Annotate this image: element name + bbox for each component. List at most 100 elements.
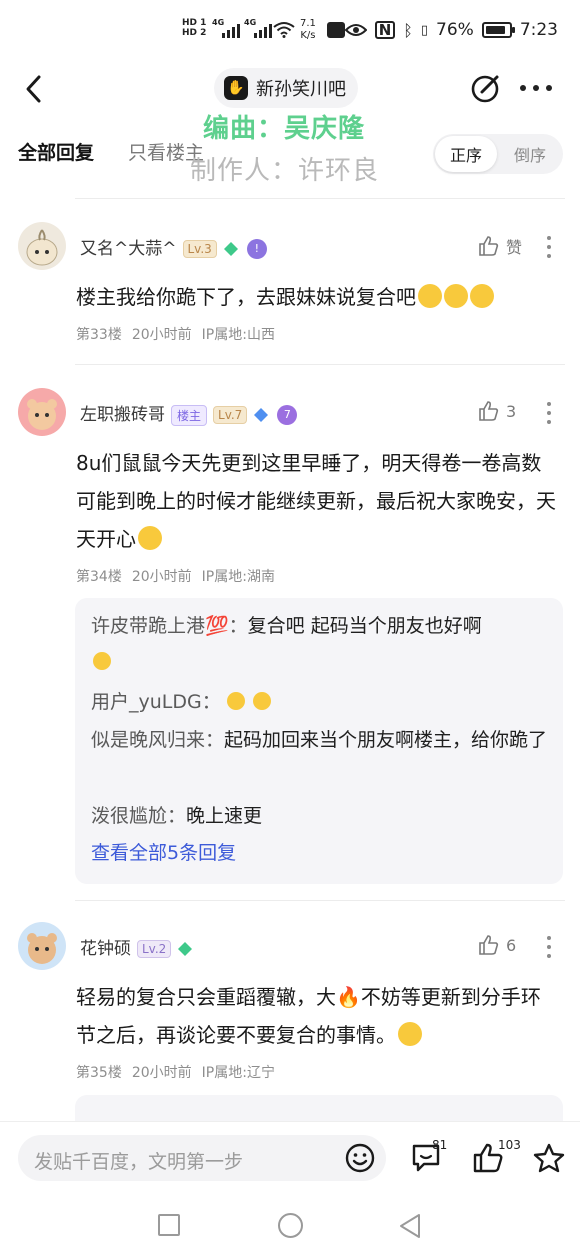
pleading-emoji-icon: [93, 652, 111, 670]
post-time: 20小时前: [131, 327, 192, 343]
post-meta: 第34楼 20小时前 IP属地:湖南: [76, 566, 275, 586]
ip-location: IP属地:山西: [201, 327, 275, 343]
sub-reply-author: 似是晚风归来：: [91, 729, 225, 751]
avatar[interactable]: [18, 388, 66, 436]
floor-number: 第33楼: [76, 327, 122, 343]
forum-logo-icon: ✋: [224, 76, 248, 100]
signal2-icon: [254, 20, 272, 38]
ip-location: IP属地:湖南: [201, 569, 275, 585]
thumbs-up-icon: [479, 935, 499, 955]
like-count: 6: [506, 935, 517, 955]
diamond-icon: [223, 242, 238, 256]
medal-icon: 7: [277, 405, 298, 425]
sub-reply: 泼很尴尬：晚上速更: [91, 798, 553, 834]
op-badge: 楼主: [171, 404, 208, 426]
forum-name: 新孙笑川吧: [256, 79, 346, 100]
battery-icon: [481, 22, 515, 38]
sub-reply-text: 复合吧 起码当个朋友也好啊: [247, 615, 482, 637]
status-bar: HD 1 HD 2 4G 4G 7.1 K/s N ᛒ ▯ 76% 7:23: [0, 0, 580, 62]
crying-emoji-icon: [444, 284, 468, 308]
sub-reply-author: 用户_yuLDG：: [91, 691, 221, 713]
overlay-caption-producer: 制作人：许环良: [190, 156, 380, 186]
battery-percent: 76%: [436, 20, 474, 40]
like-total-count: 103: [498, 1138, 521, 1152]
signal1-icon: [222, 20, 240, 38]
network-speed: 7.1 K/s: [300, 18, 316, 41]
sim-indicators: HD 1 HD 2: [182, 18, 206, 38]
vibrate-icon: ▯: [420, 22, 429, 38]
floor-number: 第35楼: [76, 1065, 122, 1081]
reply-input[interactable]: 发贴千百度，文明第一步: [18, 1135, 386, 1181]
medal-icon: !: [246, 239, 267, 259]
edit-icon[interactable]: [470, 72, 502, 104]
sort-toggle: 正序 倒序: [433, 134, 563, 174]
post-username[interactable]: 左职搬砖哥 楼主 Lv.7 7: [80, 400, 298, 426]
like-button[interactable]: 3: [478, 400, 516, 422]
diamond-icon: [254, 408, 269, 422]
bottom-action-bar: 发贴千百度，文明第一步 81 103: [0, 1122, 580, 1192]
post-meta: 第35楼 20小时前 IP属地:辽宁: [76, 1062, 275, 1082]
recent-apps-icon[interactable]: [158, 1214, 180, 1236]
star-icon[interactable]: [532, 1142, 566, 1174]
nfc-icon: N: [374, 21, 396, 39]
post-more-icon[interactable]: [546, 236, 552, 258]
status-right: N ᛒ ▯ 76% 7:23: [344, 20, 558, 40]
sad-emoji-icon: [252, 692, 271, 710]
sub-reply: 用户_yuLDG：: [91, 684, 553, 720]
divider: [75, 198, 565, 199]
sort-ascending-button[interactable]: 正序: [435, 136, 497, 172]
sim2-label: HD 2: [182, 28, 207, 38]
level-badge: Lv.2: [137, 940, 172, 958]
emoji-picker-icon[interactable]: [344, 1142, 376, 1174]
post-username[interactable]: 又名^大蒜^ Lv.3!: [80, 234, 267, 259]
diamond-icon: [178, 942, 193, 956]
post-more-icon[interactable]: [546, 402, 552, 424]
ip-location: IP属地:辽宁: [201, 1065, 275, 1081]
sub-replies-box[interactable]: 许皮带跪上港💯：复合吧 起码当个朋友也好啊 用户_yuLDG： 似是晚风归来：起…: [75, 598, 563, 884]
sim1-label: HD 1: [182, 18, 207, 28]
post-content: 楼主我给你跪下了，去跟妹妹说复合吧: [76, 278, 560, 316]
tab-all-replies[interactable]: 全部回复: [18, 138, 94, 165]
avatar[interactable]: [18, 222, 66, 270]
sort-descending-button[interactable]: 倒序: [499, 136, 561, 172]
view-all-replies-link[interactable]: 查看全部5条回复: [91, 838, 236, 865]
sub-reply-text: 起码加回来当个朋友啊楼主，给你跪了: [224, 729, 548, 751]
level-badge: Lv.3: [182, 240, 217, 258]
sub-reply: 似是晚风归来：起码加回来当个朋友啊楼主，给你跪了: [91, 722, 553, 758]
eye-icon: [344, 24, 367, 36]
thumbs-up-icon: [479, 401, 499, 421]
avatar[interactable]: [18, 922, 66, 970]
wifi-icon: [273, 22, 295, 38]
post-time: 20小时前: [131, 1065, 192, 1081]
divider: [75, 900, 565, 901]
post-content: 8u们鼠鼠今天先更到这里早睡了，明天得卷一卷高数可能到晚上的时候才能继续更新，最…: [76, 451, 556, 551]
like-count: 3: [506, 401, 517, 421]
nav-back-icon[interactable]: [398, 1213, 422, 1239]
smile-emoji-icon: [138, 526, 162, 550]
notification-icon: [327, 22, 345, 38]
more-options-icon[interactable]: [520, 74, 552, 102]
like-button[interactable]: 6: [478, 934, 516, 956]
back-arrow-icon[interactable]: [20, 72, 50, 106]
post-username[interactable]: 花钟硕 Lv.2: [80, 934, 193, 959]
thumbs-up-icon: [479, 236, 499, 256]
post-more-icon[interactable]: [546, 936, 552, 958]
level-badge: Lv.7: [213, 406, 248, 424]
post-content: 轻易的复合只会重蹈覆辙，大🔥不妨等更新到分手环节之后，再谈论要不要复合的事情。: [76, 985, 541, 1047]
crying-emoji-icon: [418, 284, 442, 308]
sad-emoji-icon: [226, 692, 245, 710]
yum-emoji-icon: [398, 1022, 422, 1046]
like-button[interactable]: 赞: [478, 234, 522, 258]
post-time: 20小时前: [131, 569, 192, 585]
comment-count: 81: [432, 1138, 448, 1152]
forum-chip[interactable]: ✋ 新孙笑川吧: [214, 68, 358, 108]
sub-reply-author: 许皮带跪上港💯：: [91, 615, 248, 637]
reply-input-placeholder: 发贴千百度，文明第一步: [34, 1151, 244, 1173]
clock: 7:23: [519, 20, 558, 40]
home-icon[interactable]: [278, 1213, 303, 1238]
bluetooth-icon: ᛒ: [403, 20, 413, 40]
sub-reply-text: 晚上速更: [186, 805, 263, 827]
sub-reply-author: 泼很尴尬：: [91, 805, 187, 827]
system-nav-bar: [0, 1192, 580, 1256]
divider: [75, 364, 565, 365]
